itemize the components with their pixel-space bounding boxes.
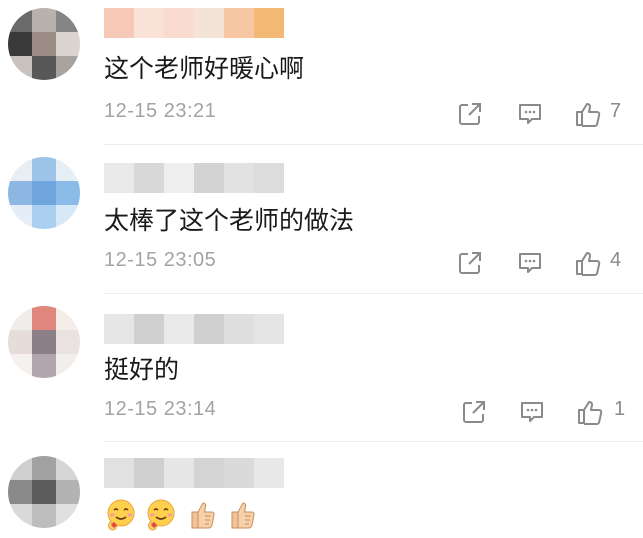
- avatar-mosaic-tile: [56, 504, 80, 528]
- avatar-mosaic-tile: [8, 8, 32, 32]
- share-icon[interactable]: [456, 100, 484, 128]
- avatar-mosaic-tile: [32, 205, 56, 229]
- comment-meta: 12-15 23:21 7: [104, 98, 643, 130]
- avatar-mosaic-tile: [8, 32, 32, 56]
- avatar-mosaic-tile: [32, 504, 56, 528]
- avatar-mosaic-tile: [8, 157, 32, 181]
- username-mosaic-tile: [194, 163, 224, 193]
- avatar-mosaic-tile: [32, 306, 56, 330]
- username-mosaic-tile: [134, 8, 164, 38]
- avatar-mosaic-tile: [56, 480, 80, 504]
- username[interactable]: [104, 8, 284, 38]
- avatar-mosaic-tile: [8, 504, 32, 528]
- username-mosaic-tile: [104, 458, 134, 488]
- username-mosaic-tile: [194, 8, 224, 38]
- hugging-face-emoji: [147, 499, 175, 531]
- avatar-mosaic-tile: [32, 330, 56, 354]
- like-count: 7: [610, 100, 622, 122]
- avatar-mosaic-tile: [32, 181, 56, 205]
- username-mosaic-tile: [134, 163, 164, 193]
- emoji-row: [104, 498, 258, 532]
- avatar-mosaic-tile: [56, 354, 80, 378]
- username-mosaic-tile: [224, 163, 254, 193]
- comment-meta: 12-15 23:14 1: [104, 396, 643, 428]
- avatar-mosaic-tile: [8, 205, 32, 229]
- username-mosaic-tile: [164, 163, 194, 193]
- avatar-mosaic-tile: [32, 456, 56, 480]
- avatar-mosaic-tile: [8, 56, 32, 80]
- username-mosaic-tile: [194, 314, 224, 344]
- share-icon[interactable]: [460, 398, 488, 426]
- avatar-mosaic-tile: [8, 306, 32, 330]
- comment-text: 挺好的: [104, 355, 180, 384]
- avatar-mosaic-tile: [32, 157, 56, 181]
- username-mosaic-tile: [224, 8, 254, 38]
- username-mosaic-tile: [194, 458, 224, 488]
- username-mosaic-tile: [104, 8, 134, 38]
- divider: [104, 441, 643, 442]
- avatar-mosaic-tile: [56, 306, 80, 330]
- username[interactable]: [104, 163, 284, 193]
- comment-meta: 12-15 23:05 4: [104, 247, 643, 279]
- username-mosaic-tile: [104, 314, 134, 344]
- avatar-mosaic-tile: [32, 8, 56, 32]
- like-icon[interactable]: [576, 398, 604, 426]
- like-count: 4: [610, 249, 622, 271]
- username-mosaic-tile: [254, 163, 284, 193]
- thumbs-up-emoji: [231, 502, 255, 529]
- avatar-mosaic-tile: [32, 32, 56, 56]
- username-mosaic-tile: [134, 314, 164, 344]
- avatar-mosaic-tile: [8, 181, 32, 205]
- avatar-mosaic-tile: [56, 8, 80, 32]
- username-mosaic-tile: [164, 8, 194, 38]
- avatar-mosaic-tile: [8, 456, 32, 480]
- username-mosaic-tile: [224, 458, 254, 488]
- avatar-mosaic-tile: [32, 354, 56, 378]
- comment-time: 12-15 23:14: [104, 398, 217, 420]
- comment-icon[interactable]: [516, 249, 544, 277]
- avatar-mosaic-tile: [56, 56, 80, 80]
- username-mosaic-tile: [254, 314, 284, 344]
- avatar-mosaic-tile: [8, 480, 32, 504]
- like-icon[interactable]: [574, 249, 602, 277]
- avatar-mosaic-tile: [32, 56, 56, 80]
- avatar[interactable]: [8, 306, 80, 378]
- username[interactable]: [104, 458, 284, 488]
- thumbs-up-emoji: [191, 502, 215, 529]
- like-icon[interactable]: [574, 100, 602, 128]
- avatar-mosaic-tile: [56, 181, 80, 205]
- avatar[interactable]: [8, 157, 80, 229]
- username-mosaic-tile: [254, 458, 284, 488]
- divider: [104, 144, 643, 145]
- username-mosaic-tile: [104, 163, 134, 193]
- comment-time: 12-15 23:05: [104, 249, 217, 271]
- divider: [104, 293, 643, 294]
- avatar-mosaic-tile: [56, 32, 80, 56]
- hugging-face-emoji: [107, 499, 135, 531]
- avatar-mosaic-tile: [56, 205, 80, 229]
- avatar-mosaic-tile: [56, 157, 80, 181]
- avatar-mosaic-tile: [8, 354, 32, 378]
- username-mosaic-tile: [134, 458, 164, 488]
- username-mosaic-tile: [254, 8, 284, 38]
- comment-text: 这个老师好暖心啊: [104, 54, 305, 83]
- comment-time: 12-15 23:21: [104, 100, 217, 122]
- comment-icon[interactable]: [518, 398, 546, 426]
- comment-text: 太棒了这个老师的做法: [104, 206, 355, 235]
- share-icon[interactable]: [456, 249, 484, 277]
- username-mosaic-tile: [164, 314, 194, 344]
- avatar-mosaic-tile: [32, 480, 56, 504]
- avatar-mosaic-tile: [56, 456, 80, 480]
- avatar-mosaic-tile: [56, 330, 80, 354]
- username-mosaic-tile: [164, 458, 194, 488]
- avatar[interactable]: [8, 456, 80, 528]
- avatar-mosaic-tile: [8, 330, 32, 354]
- username[interactable]: [104, 314, 284, 344]
- like-count: 1: [614, 398, 626, 420]
- comment-icon[interactable]: [516, 100, 544, 128]
- username-mosaic-tile: [224, 314, 254, 344]
- avatar[interactable]: [8, 8, 80, 80]
